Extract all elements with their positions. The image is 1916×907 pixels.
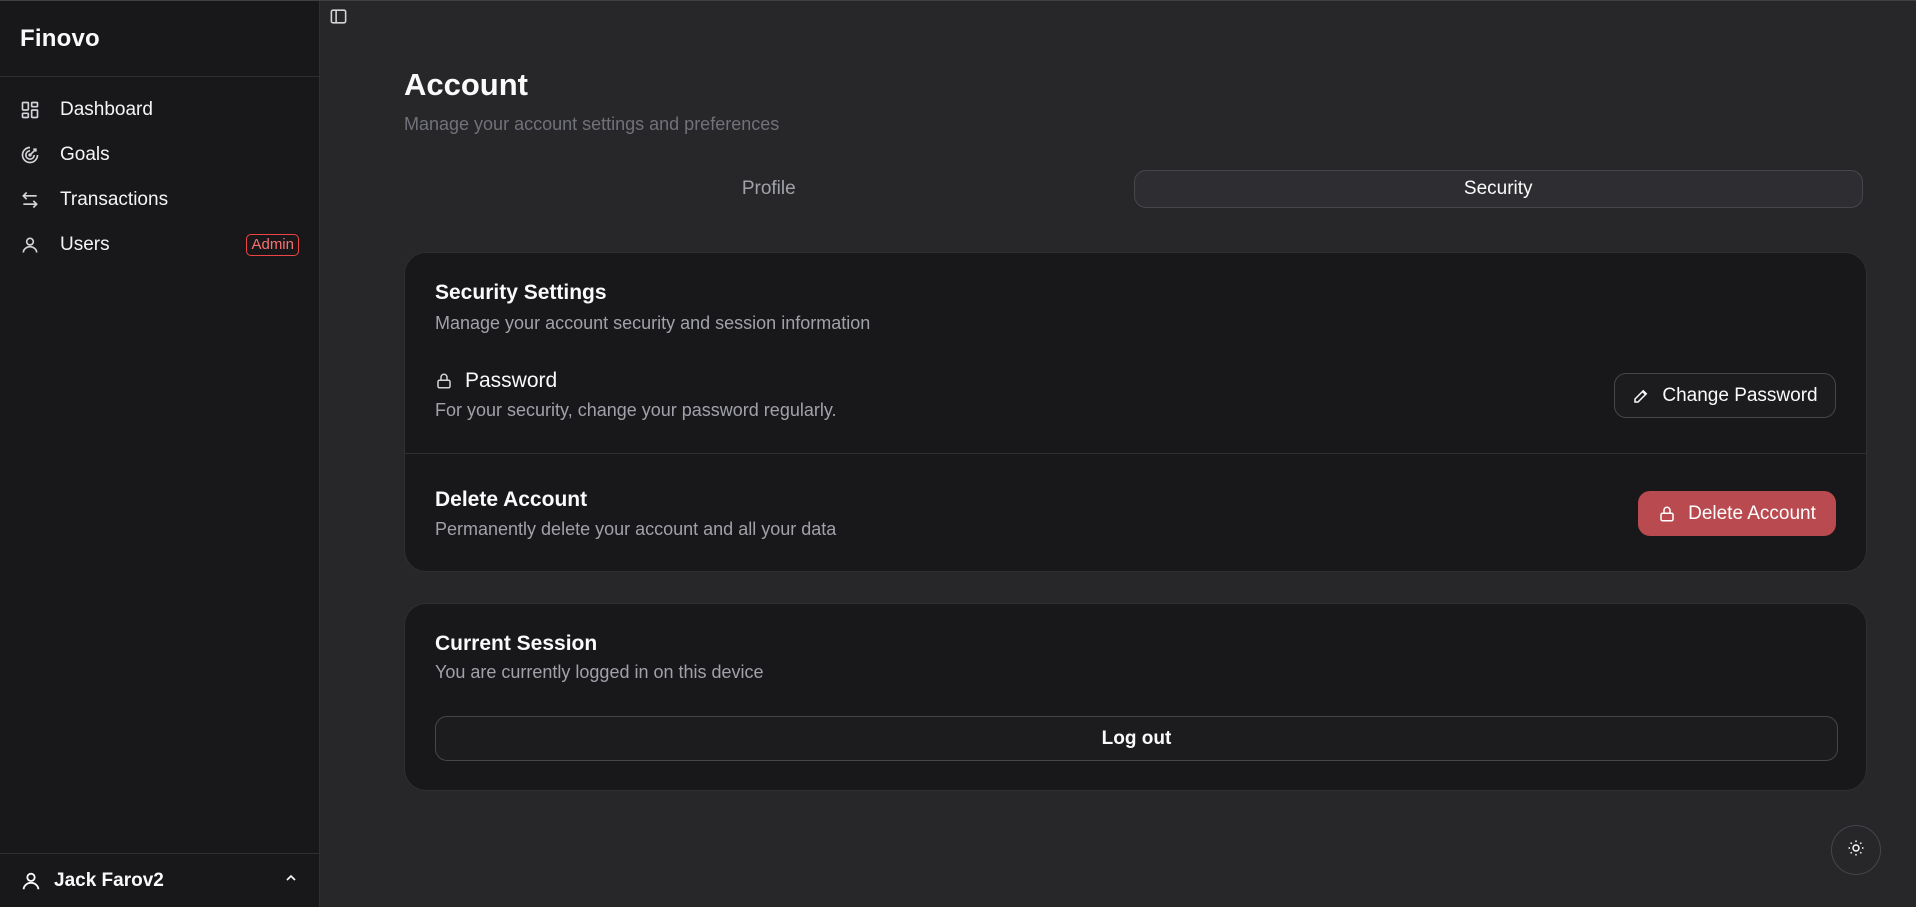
sidebar-item-label: Transactions xyxy=(60,188,169,210)
tab-profile[interactable]: Profile xyxy=(404,170,1134,208)
sidebar-item-dashboard[interactable]: Dashboard xyxy=(0,87,319,132)
password-title: Password xyxy=(465,369,558,392)
sidebar-item-transactions[interactable]: Transactions xyxy=(0,177,319,222)
divider xyxy=(405,453,1866,454)
chevron-up-icon xyxy=(283,870,299,891)
card-title: Current Session xyxy=(435,632,598,655)
delete-account-button[interactable]: Delete Account xyxy=(1638,491,1836,536)
sidebar-item-label: Users xyxy=(60,233,110,255)
account-tabs: Profile Security xyxy=(404,170,1863,208)
sidebar-nav: Dashboard Goals Transactions Users Admin xyxy=(0,77,319,267)
sidebar-toggle-button[interactable] xyxy=(326,7,350,31)
sidebar-item-label: Goals xyxy=(60,143,110,165)
change-password-button[interactable]: Change Password xyxy=(1614,373,1836,418)
card-title: Security Settings xyxy=(435,281,607,304)
password-description: For your security, change your password … xyxy=(435,400,837,420)
sun-icon xyxy=(1847,839,1865,862)
theme-toggle-button[interactable] xyxy=(1831,825,1881,875)
delete-account-description: Permanently delete your account and all … xyxy=(435,519,837,539)
card-description: You are currently logged in on this devi… xyxy=(435,662,764,682)
admin-badge: Admin xyxy=(246,233,299,256)
lock-icon xyxy=(435,371,455,391)
password-section-title: Password xyxy=(435,369,557,393)
user-icon xyxy=(20,869,44,893)
user-name: Jack Farov2 xyxy=(54,869,164,891)
current-session-card: Current Session You are currently logged… xyxy=(404,603,1867,791)
brand-logo: Finovo xyxy=(0,1,319,77)
goals-icon xyxy=(20,145,40,165)
sidebar: Finovo Dashboard Goals Transactions User… xyxy=(0,1,320,907)
security-settings-card: Security Settings Manage your account se… xyxy=(404,252,1867,572)
sidebar-item-users[interactable]: Users Admin xyxy=(0,222,319,267)
card-description: Manage your account security and session… xyxy=(435,313,871,333)
page-title: Account xyxy=(404,67,528,102)
user-icon xyxy=(20,235,40,255)
pencil-icon xyxy=(1632,386,1652,406)
app-root: Finovo Dashboard Goals Transactions User… xyxy=(0,0,1916,907)
tab-security[interactable]: Security xyxy=(1133,170,1863,208)
panel-left-icon xyxy=(329,7,348,31)
transactions-icon xyxy=(20,190,40,210)
button-label: Delete Account xyxy=(1688,502,1816,524)
page-subtitle: Manage your account settings and prefere… xyxy=(404,114,780,134)
user-menu[interactable]: Jack Farov2 xyxy=(0,853,319,907)
sidebar-item-goals[interactable]: Goals xyxy=(0,132,319,177)
log-out-button[interactable]: Log out xyxy=(435,716,1838,761)
lock-icon xyxy=(1658,504,1678,524)
main-content: Account Manage your account settings and… xyxy=(320,1,1916,907)
button-label: Change Password xyxy=(1662,384,1818,406)
sidebar-item-label: Dashboard xyxy=(60,98,153,120)
delete-account-title: Delete Account xyxy=(435,488,588,511)
dashboard-icon xyxy=(20,100,40,120)
